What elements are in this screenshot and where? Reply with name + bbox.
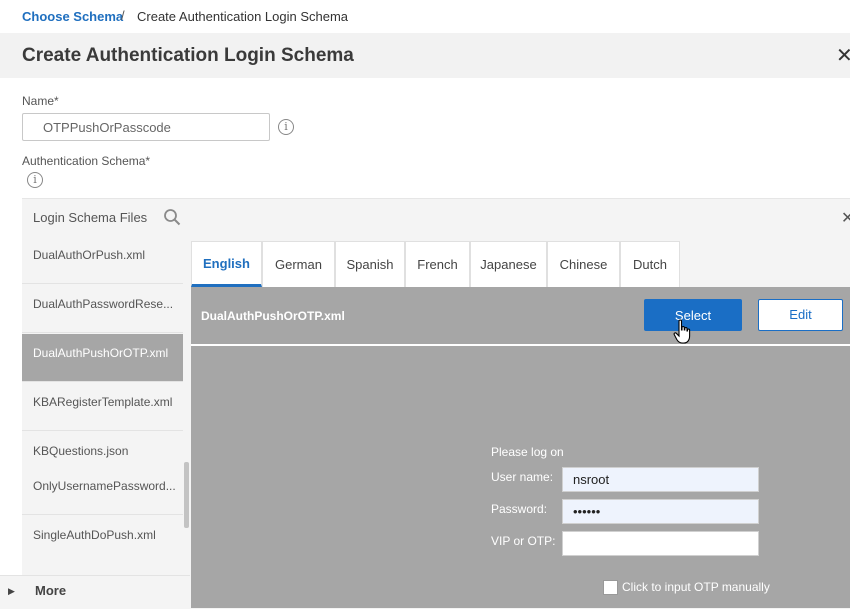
- file-list-item[interactable]: KBARegisterTemplate.xml: [22, 383, 183, 431]
- tab-chinese[interactable]: Chinese: [547, 241, 620, 287]
- hand-cursor-svg: [673, 319, 691, 344]
- otp-input[interactable]: [562, 531, 759, 556]
- breadcrumb-link-choose-schema[interactable]: Choose Schema: [22, 9, 123, 24]
- caret-right-icon: ▶: [8, 586, 15, 596]
- password-label: Password:: [491, 502, 548, 516]
- close-icon[interactable]: ✕: [841, 208, 850, 228]
- page-title: Create Authentication Login Schema: [22, 45, 354, 66]
- info-icon[interactable]: i: [278, 119, 294, 135]
- info-icon[interactable]: i: [27, 172, 43, 188]
- tab-german[interactable]: German: [262, 241, 335, 287]
- file-list-item-selected[interactable]: DualAuthPushOrOTP.xml: [22, 334, 183, 382]
- password-input[interactable]: [562, 499, 759, 524]
- breadcrumb-current: Create Authentication Login Schema: [137, 9, 349, 24]
- preview-divider: [191, 344, 850, 346]
- otp-label: VIP or OTP:: [491, 534, 556, 548]
- file-list-scrollbar[interactable]: [184, 462, 189, 528]
- file-list-item[interactable]: DualAuthPasswordRese...: [22, 285, 183, 333]
- authentication-schema-label: Authentication Schema*: [22, 154, 151, 168]
- file-list-item[interactable]: OnlyUsernamePassword...: [22, 467, 183, 515]
- tab-dutch[interactable]: Dutch: [620, 241, 680, 287]
- otp-manual-checkbox-label: Click to input OTP manually: [622, 580, 770, 594]
- preview-filename: DualAuthPushOrOTP.xml: [201, 309, 345, 323]
- tab-spanish[interactable]: Spanish: [335, 241, 405, 287]
- more-toggle[interactable]: ▶ More: [0, 575, 190, 609]
- name-input[interactable]: [22, 113, 270, 141]
- edit-button[interactable]: Edit: [758, 299, 843, 331]
- username-label: User name:: [491, 470, 554, 484]
- file-list-item[interactable]: DualAuthOrPush.xml: [22, 236, 183, 284]
- breadcrumb-separator: /: [121, 8, 125, 23]
- close-icon[interactable]: ✕: [836, 43, 850, 68]
- tab-japanese[interactable]: Japanese: [470, 241, 547, 287]
- file-list-item[interactable]: SingleAuthDoPush.xml: [22, 516, 183, 564]
- name-label: Name*: [22, 94, 59, 108]
- tab-french[interactable]: French: [405, 241, 470, 287]
- search-icon[interactable]: [163, 208, 181, 231]
- select-button[interactable]: Select: [644, 299, 742, 331]
- file-list: DualAuthOrPush.xml DualAuthPasswordRese.…: [22, 236, 183, 564]
- breadcrumb: Choose Schema / Create Authentication Lo…: [0, 0, 850, 34]
- username-input[interactable]: [562, 467, 759, 492]
- search-icon-svg: [164, 209, 181, 226]
- more-label: More: [35, 583, 67, 598]
- hand-cursor-icon: [673, 319, 693, 350]
- tab-english[interactable]: English: [191, 241, 262, 287]
- page-header: Create Authentication Login Schema ✕: [0, 33, 850, 78]
- language-tabs: English German Spanish French Japanese C…: [191, 241, 850, 287]
- login-title: Please log on: [491, 445, 564, 459]
- otp-manual-checkbox[interactable]: [603, 580, 618, 595]
- login-schema-files-label: Login Schema Files: [33, 210, 148, 225]
